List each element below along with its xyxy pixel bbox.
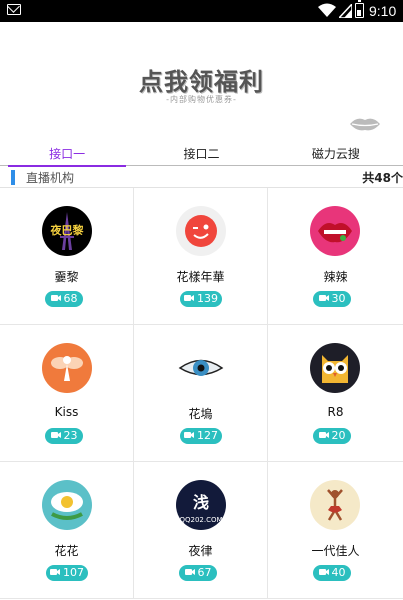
platform-name: 夜律 (188, 544, 213, 558)
platform-name: 辣辣 (323, 270, 348, 284)
camera-icon (184, 432, 194, 438)
banner-title: 点我领福利 (139, 68, 264, 96)
status-bar: 9:10 (0, 0, 403, 22)
platform-item[interactable]: Kiss 23 (0, 325, 134, 462)
viewer-badge: 127 (180, 428, 222, 444)
banner-subtitle: -内部购物优惠券- (166, 95, 237, 104)
camera-icon (318, 295, 329, 301)
lips-icon (350, 118, 380, 131)
signal-icon (339, 4, 352, 18)
svg-text:夜巴黎: 夜巴黎 (50, 223, 85, 237)
battery-icon (355, 0, 364, 18)
platform-item[interactable]: R8 20 (268, 325, 403, 462)
viewer-count: 23 (63, 429, 78, 442)
platform-item[interactable]: 一代佳人 40 (268, 462, 403, 599)
dancer-icon (310, 480, 360, 530)
platform-name: 一代佳人 (311, 544, 360, 558)
platform-name: 嫑黎 (54, 270, 79, 284)
viewer-badge: 20 (313, 428, 351, 444)
viewer-count: 20 (331, 429, 346, 442)
section-header: 直播机构 共48个 (0, 167, 403, 188)
platform-name: 花塢 (188, 407, 213, 421)
section-accent-bar (11, 170, 15, 185)
camera-icon (184, 295, 194, 301)
camera-icon (50, 432, 61, 438)
viewer-badge: 139 (180, 291, 222, 307)
mail-icon (7, 4, 21, 15)
tab-interface-1[interactable]: 接口一 (0, 144, 134, 167)
platform-item[interactable]: 辣辣 30 (268, 188, 403, 325)
viewer-badge: 68 (45, 291, 83, 307)
tab-interface-2[interactable]: 接口二 (134, 144, 268, 165)
viewer-badge: 40 (313, 565, 351, 581)
platform-name: R8 (327, 405, 344, 419)
platform-item[interactable]: 花花 107 (0, 462, 134, 599)
platform-item[interactable]: 花塢 127 (134, 325, 268, 462)
fairy-icon (42, 343, 92, 393)
eye-icon (176, 343, 226, 393)
shallow-text-icon: 浅 QQ202.COM (176, 480, 226, 530)
platform-grid: 夜巴黎 嫑黎 68 花樣年華 139 辣辣 30 Kiss 23 花塢 127 … (0, 188, 403, 600)
wink-face-icon (176, 206, 226, 256)
tab-bar: 接口一 接口二 磁力云搜 (0, 144, 403, 167)
lips-icon (310, 206, 360, 256)
viewer-badge: 107 (46, 565, 88, 581)
platform-name: 花花 (54, 544, 79, 558)
platform-count: 共48个 (362, 171, 403, 185)
camera-icon (50, 295, 61, 301)
viewer-badge: 23 (45, 428, 83, 444)
camera-icon (50, 569, 60, 575)
camera-icon (318, 569, 329, 575)
camera-icon (318, 432, 329, 438)
svg-text:浅: 浅 (193, 493, 209, 512)
viewer-badge: 67 (179, 565, 217, 581)
platform-item[interactable]: 浅 QQ202.COM 夜律 67 (134, 462, 268, 599)
wifi-icon (318, 3, 336, 17)
viewer-count: 139 (197, 292, 218, 305)
platform-name: 花樣年華 (176, 270, 225, 284)
viewer-count: 67 (197, 566, 212, 579)
viewer-badge: 30 (313, 291, 351, 307)
platform-item[interactable]: 夜巴黎 嫑黎 68 (0, 188, 134, 325)
camera-icon (184, 569, 195, 575)
viewer-count: 68 (63, 292, 78, 305)
svg-text:QQ202.COM: QQ202.COM (179, 516, 222, 524)
flower-icon (42, 480, 92, 530)
welfare-banner[interactable]: 点我领福利 -内部购物优惠券- (0, 22, 403, 144)
owl-icon (310, 343, 360, 393)
viewer-count: 127 (197, 429, 218, 442)
viewer-count: 107 (63, 566, 84, 579)
tab-magnet-search[interactable]: 磁力云搜 (269, 144, 403, 165)
paris-eiffel-icon: 夜巴黎 (42, 206, 92, 256)
platform-name: Kiss (54, 405, 79, 419)
platform-item[interactable]: 花樣年華 139 (134, 188, 268, 325)
viewer-count: 30 (331, 292, 346, 305)
viewer-count: 40 (331, 566, 346, 579)
clock: 9:10 (369, 3, 397, 19)
section-title: 直播机构 (26, 171, 75, 185)
